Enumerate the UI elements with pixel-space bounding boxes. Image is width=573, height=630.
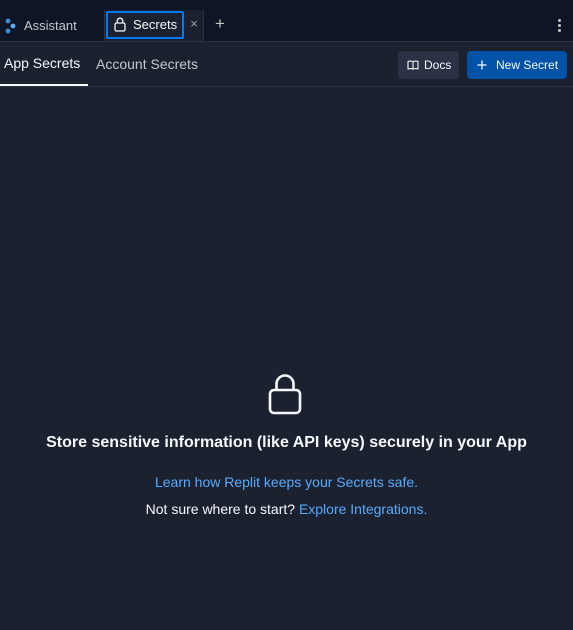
kebab-menu-icon[interactable] (552, 16, 566, 34)
docs-button-label: Docs (424, 58, 452, 72)
getting-started-line: Not sure where to start? Explore Integra… (0, 501, 573, 517)
secrets-subtabs: App Secrets Account Secrets Docs New Sec… (0, 42, 573, 87)
tab-secrets-label: Secrets (133, 17, 178, 32)
tab-assistant-label: Assistant (24, 18, 77, 33)
explore-integrations-link[interactable]: Explore Integrations. (299, 501, 427, 517)
learn-secrets-link-text[interactable]: Learn how Replit keeps your Secrets safe… (155, 474, 418, 490)
docs-button[interactable]: Docs (398, 51, 459, 79)
book-icon (407, 60, 419, 70)
assistant-icon (4, 17, 18, 35)
start-prompt-text: Not sure where to start? (145, 501, 296, 517)
new-secret-button-label: New Secret (496, 58, 559, 72)
lock-icon (268, 374, 302, 415)
tab-secrets[interactable]: Secrets × (104, 10, 204, 41)
empty-state-title: Store sensitive information (like API ke… (46, 434, 527, 451)
close-icon[interactable]: × (187, 17, 201, 31)
workspace-tabbar: Assistant Secrets × + (0, 0, 573, 42)
plus-icon (477, 60, 487, 70)
tab-app-secrets[interactable]: App Secrets (0, 42, 88, 86)
lock-icon (114, 17, 126, 32)
tab-account-secrets-label: Account Secrets (96, 56, 198, 72)
tab-account-secrets[interactable]: Account Secrets (96, 42, 198, 86)
tab-assistant[interactable]: Assistant (0, 10, 96, 41)
learn-secrets-link[interactable]: Learn how Replit keeps your Secrets safe… (0, 474, 573, 490)
tab-app-secrets-label: App Secrets (4, 55, 81, 71)
add-tab-button[interactable]: + (212, 15, 228, 32)
new-secret-button[interactable]: New Secret (467, 51, 567, 79)
